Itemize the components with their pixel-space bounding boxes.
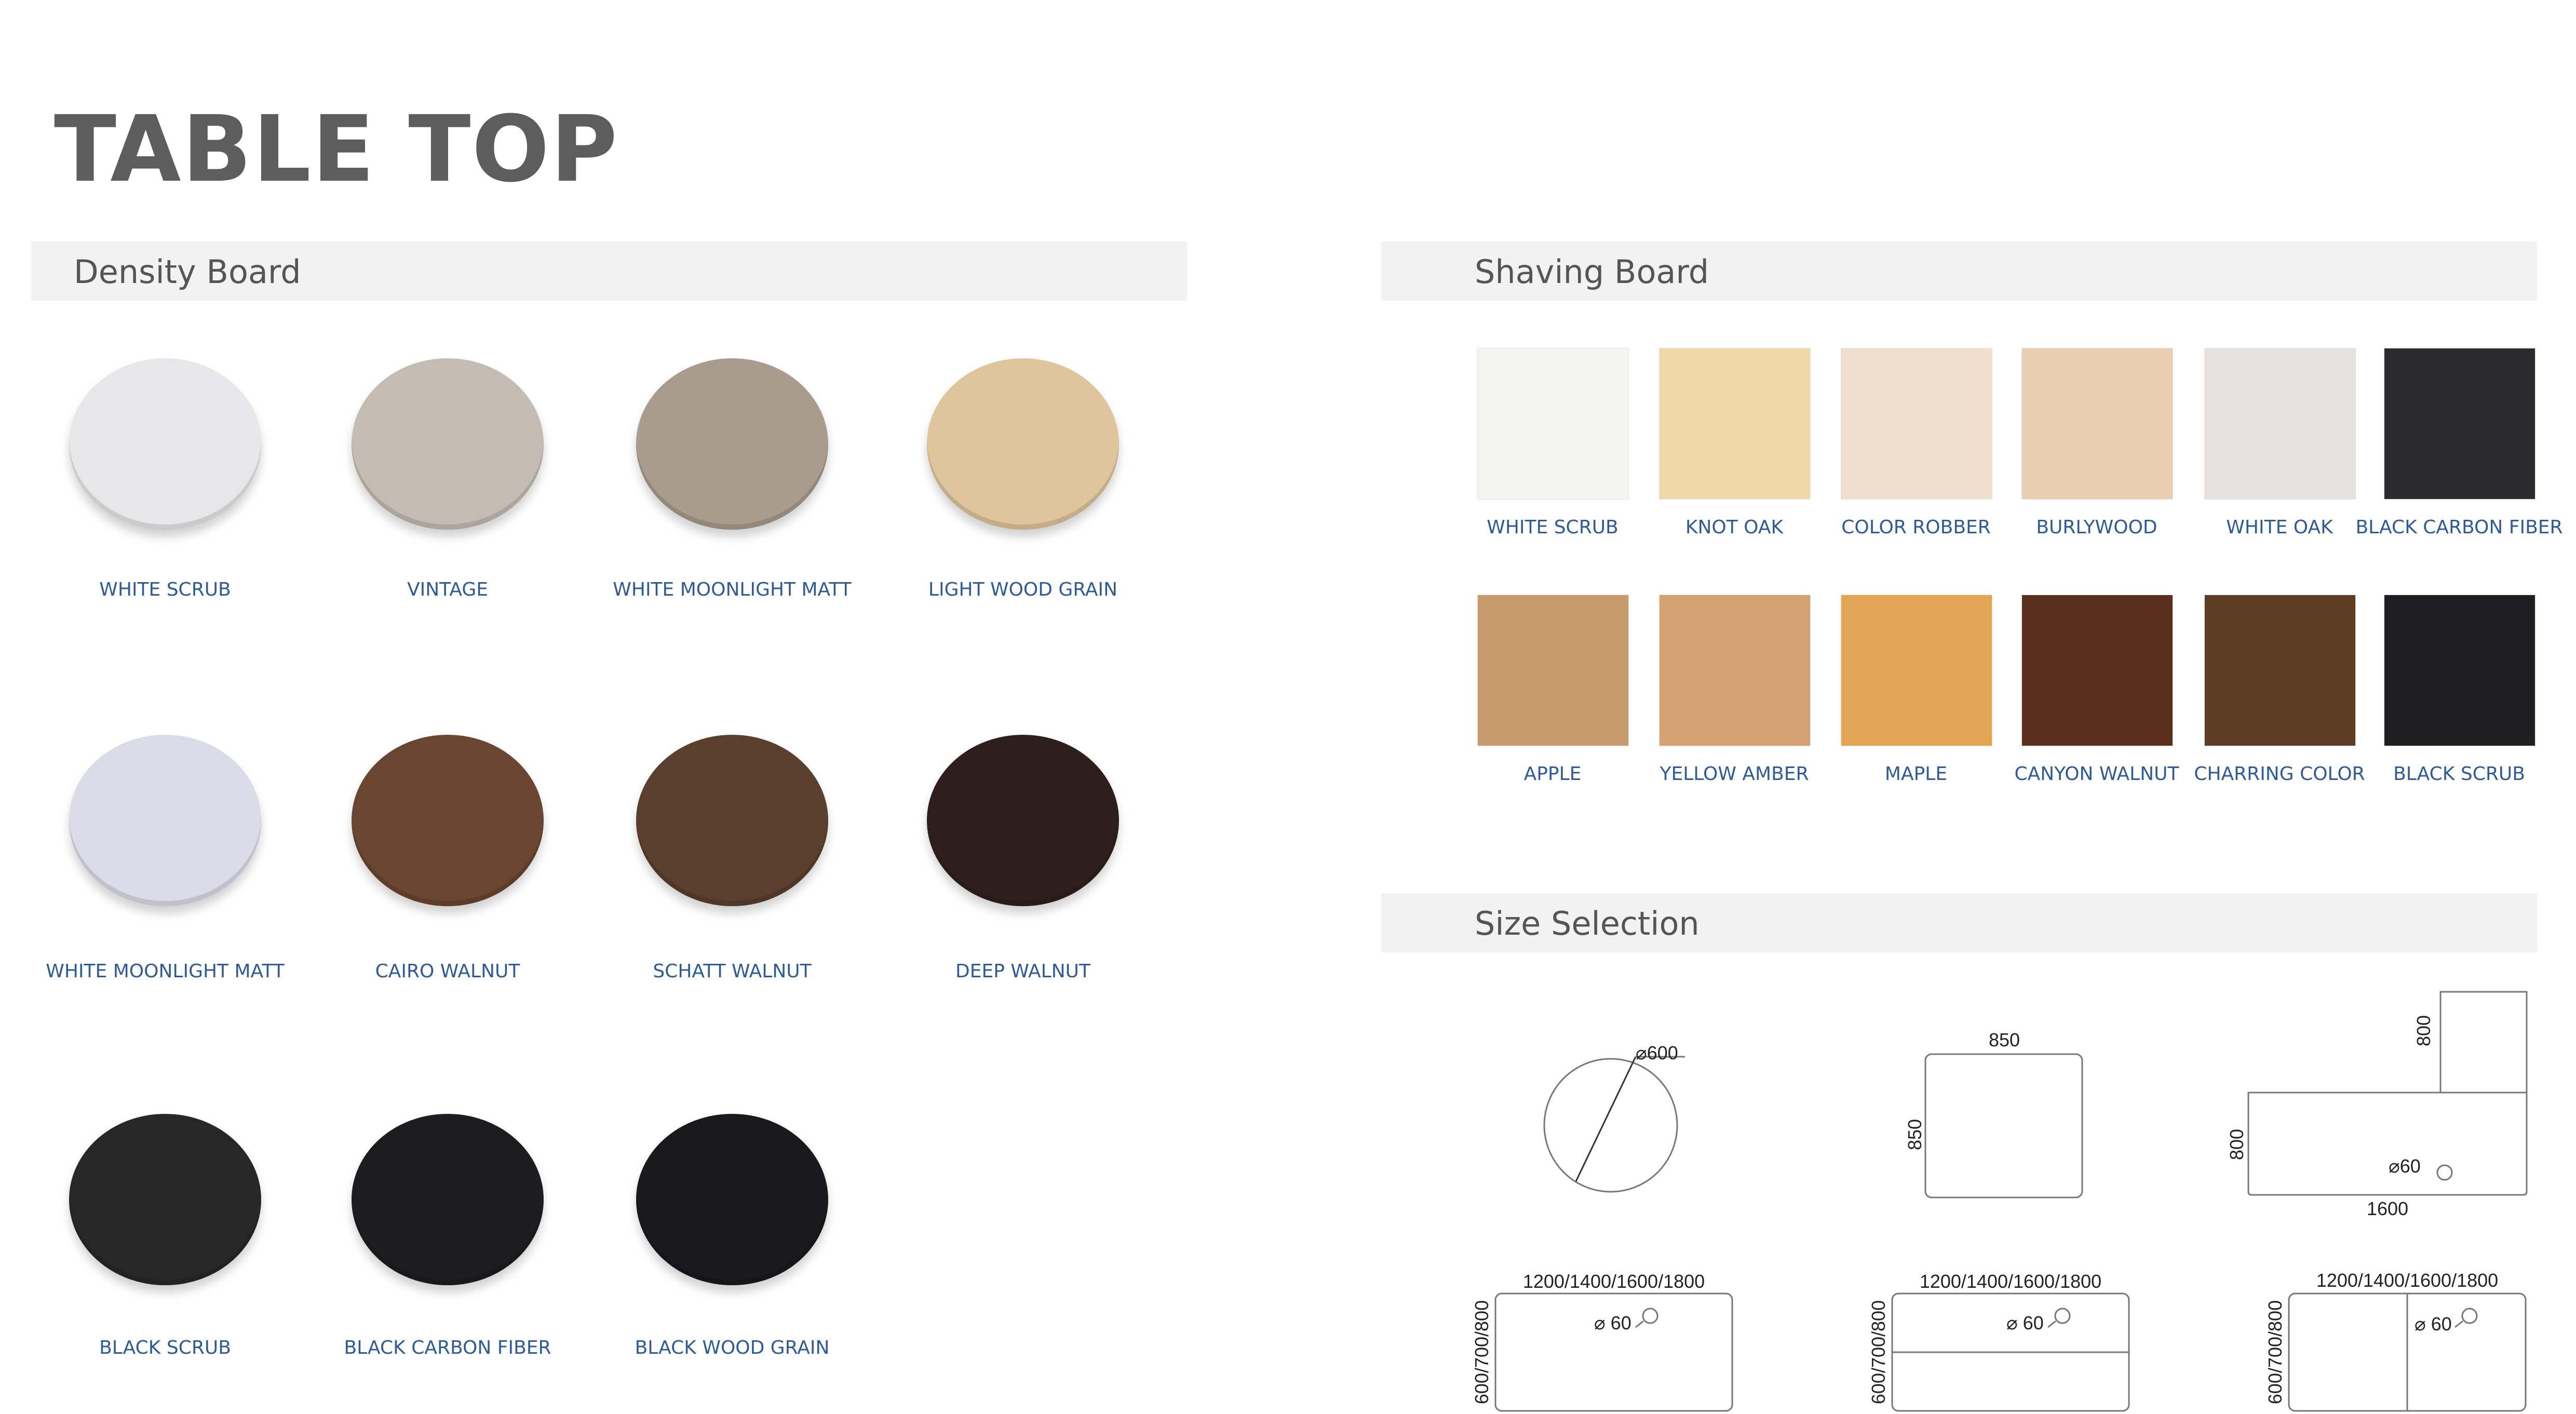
l-bottom-label: 1600 bbox=[2367, 1198, 2408, 1219]
round-table-diagram bbox=[1543, 1056, 1685, 1193]
rect2-width-label: 1200/1400/1600/1800 bbox=[1920, 1271, 2101, 1292]
grommet-hole-icon bbox=[1642, 1308, 1658, 1324]
square-height-label: 850 bbox=[1904, 1119, 1925, 1150]
round-diameter-label: ⌀600 bbox=[1636, 1042, 1678, 1063]
grommet-hole-icon bbox=[2436, 1164, 2453, 1181]
rect3-width-label: 1200/1400/1600/1800 bbox=[2316, 1270, 2498, 1291]
l-hole-label: ⌀60 bbox=[2389, 1155, 2421, 1177]
rect1-hole-label: ⌀ 60 bbox=[1594, 1312, 1631, 1334]
rect2-hole-label: ⌀ 60 bbox=[2006, 1312, 2044, 1334]
square-width-label: 850 bbox=[1989, 1029, 2020, 1051]
rect3-depth-label: 600/700/800 bbox=[2264, 1300, 2286, 1404]
l-top-label: 800 bbox=[2413, 1015, 2434, 1046]
rect1-depth-label: 600/700/800 bbox=[1471, 1300, 1492, 1404]
rect3-hole-label: ⌀ 60 bbox=[2415, 1313, 2452, 1335]
size-diagrams: ⌀600 850 850 800 800 1600 ⌀60 1200/1400/… bbox=[1471, 991, 2528, 1412]
rect1-width-label: 1200/1400/1600/1800 bbox=[1523, 1271, 1705, 1292]
grommet-hole-icon bbox=[2054, 1308, 2071, 1324]
grommet-hole-icon bbox=[2461, 1308, 2478, 1324]
square-table-diagram bbox=[1924, 1053, 2083, 1198]
rect-table-diagram-1 bbox=[1494, 1292, 1733, 1412]
rect2-depth-label: 600/700/800 bbox=[1868, 1300, 1889, 1404]
l-side-label: 800 bbox=[2226, 1129, 2247, 1160]
l-shape-table-diagram bbox=[2247, 991, 2528, 1196]
